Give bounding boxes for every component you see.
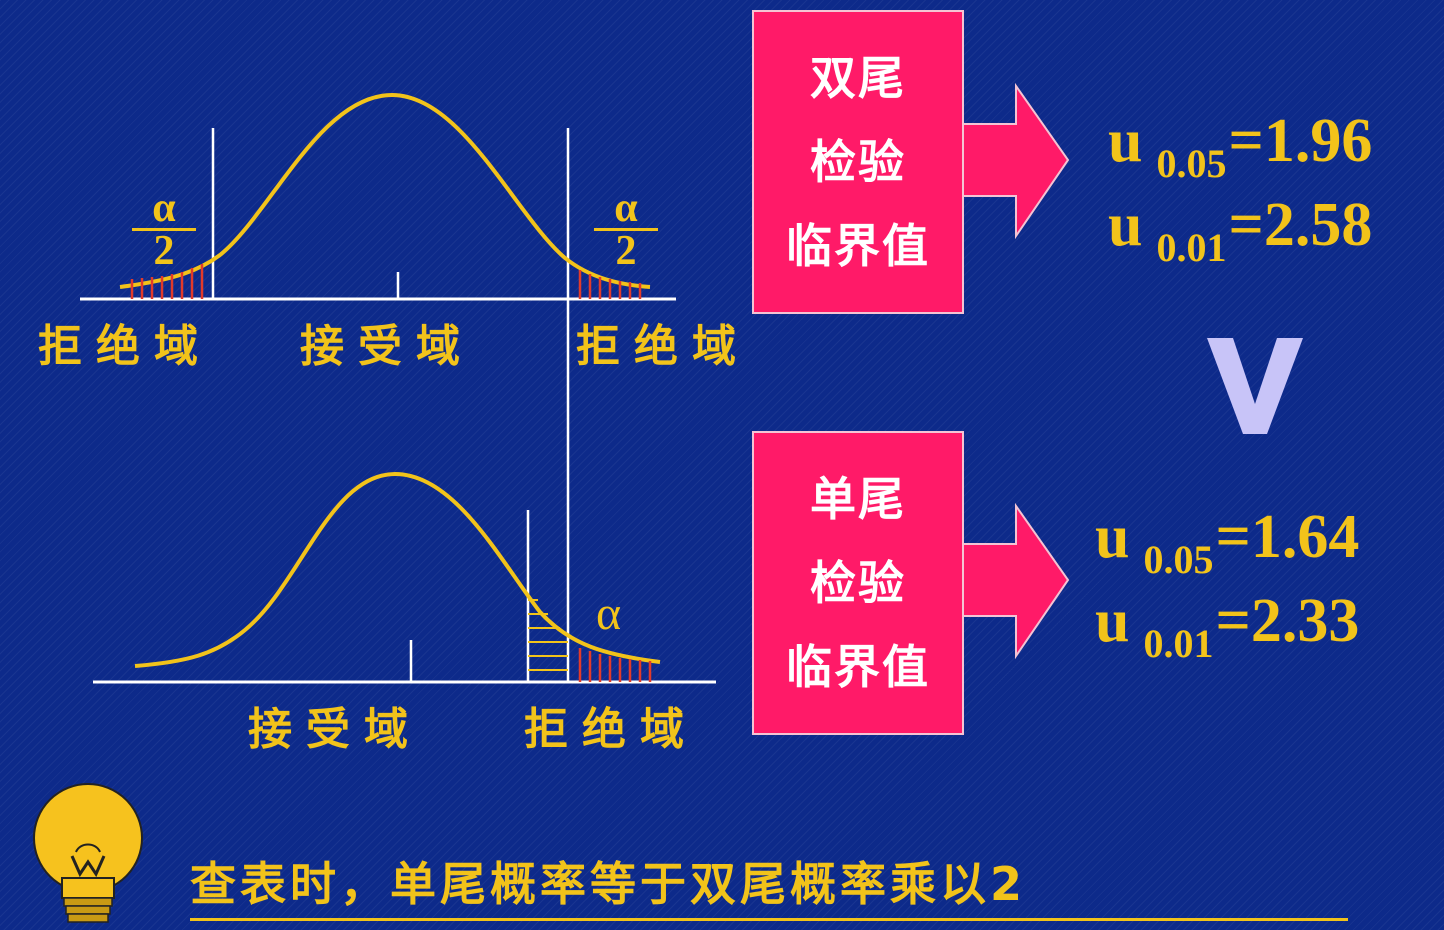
right-rejection-hatch <box>578 270 642 299</box>
two-tailed-critical-value: u 0.05=1.96 <box>1108 107 1373 184</box>
u-symbol: u <box>1095 503 1130 571</box>
critical-value: =1.96 <box>1228 107 1373 175</box>
box-line: 检验 <box>810 556 906 610</box>
box-line: 双尾 <box>810 51 906 105</box>
one-tailed-alpha-label: α <box>596 587 622 640</box>
alpha-denominator: 2 <box>615 228 637 274</box>
bottom-note: 查表时，单尾概率等于双尾概率乘以2 <box>190 848 1348 921</box>
alpha-denominator: 2 <box>153 228 175 274</box>
comparison-glyph <box>1207 338 1303 434</box>
u-symbol: u <box>1108 191 1143 259</box>
critical-value: =1.64 <box>1215 503 1360 571</box>
arrow-right-icon <box>961 82 1070 240</box>
arrow-right-icon <box>961 502 1070 660</box>
box-line: 临界值 <box>786 640 930 694</box>
two-tailed-normal-curve <box>119 92 651 289</box>
comparison-symbol <box>1207 338 1303 434</box>
one-tailed-critical-value: u 0.01=2.33 <box>1095 587 1360 664</box>
one-tailed-curve-group <box>93 471 716 684</box>
two-tailed-box: 双尾 检验 临界值 <box>752 10 964 314</box>
box-line: 临界值 <box>786 219 930 273</box>
one-tailed-normal-curve <box>134 471 661 668</box>
u-symbol: u <box>1095 587 1130 655</box>
two-tailed-curve-group <box>80 92 676 682</box>
p-subscript: 0.05 <box>1143 537 1214 582</box>
right-alpha-half-label: α 2 <box>594 187 658 272</box>
bottom-rejection-label: 拒绝域 <box>524 704 698 755</box>
one-tailed-shaded-area <box>528 599 568 671</box>
top-left-rejection-label: 拒绝域 <box>38 321 212 372</box>
one-tailed-critical-value: u 0.05=1.64 <box>1095 503 1360 580</box>
p-subscript: 0.05 <box>1156 141 1227 186</box>
alpha-numerator: α <box>614 185 638 231</box>
p-subscript: 0.01 <box>1143 621 1214 666</box>
critical-value: =2.58 <box>1228 191 1373 259</box>
critical-value: =2.33 <box>1215 587 1360 655</box>
one-tailed-box: 单尾 检验 临界值 <box>752 431 964 735</box>
top-right-rejection-label: 拒绝域 <box>576 321 750 372</box>
lightbulb-icon <box>33 783 143 923</box>
left-alpha-half-label: α 2 <box>132 187 196 272</box>
bottom-acceptance-label: 接受域 <box>248 704 422 755</box>
alpha-numerator: α <box>152 185 176 231</box>
box-line: 单尾 <box>810 472 906 526</box>
two-tailed-critical-value: u 0.01=2.58 <box>1108 191 1373 268</box>
top-acceptance-label: 接受域 <box>300 321 474 372</box>
p-subscript: 0.01 <box>1156 225 1227 270</box>
box-line: 检验 <box>810 135 906 189</box>
u-symbol: u <box>1108 107 1143 175</box>
